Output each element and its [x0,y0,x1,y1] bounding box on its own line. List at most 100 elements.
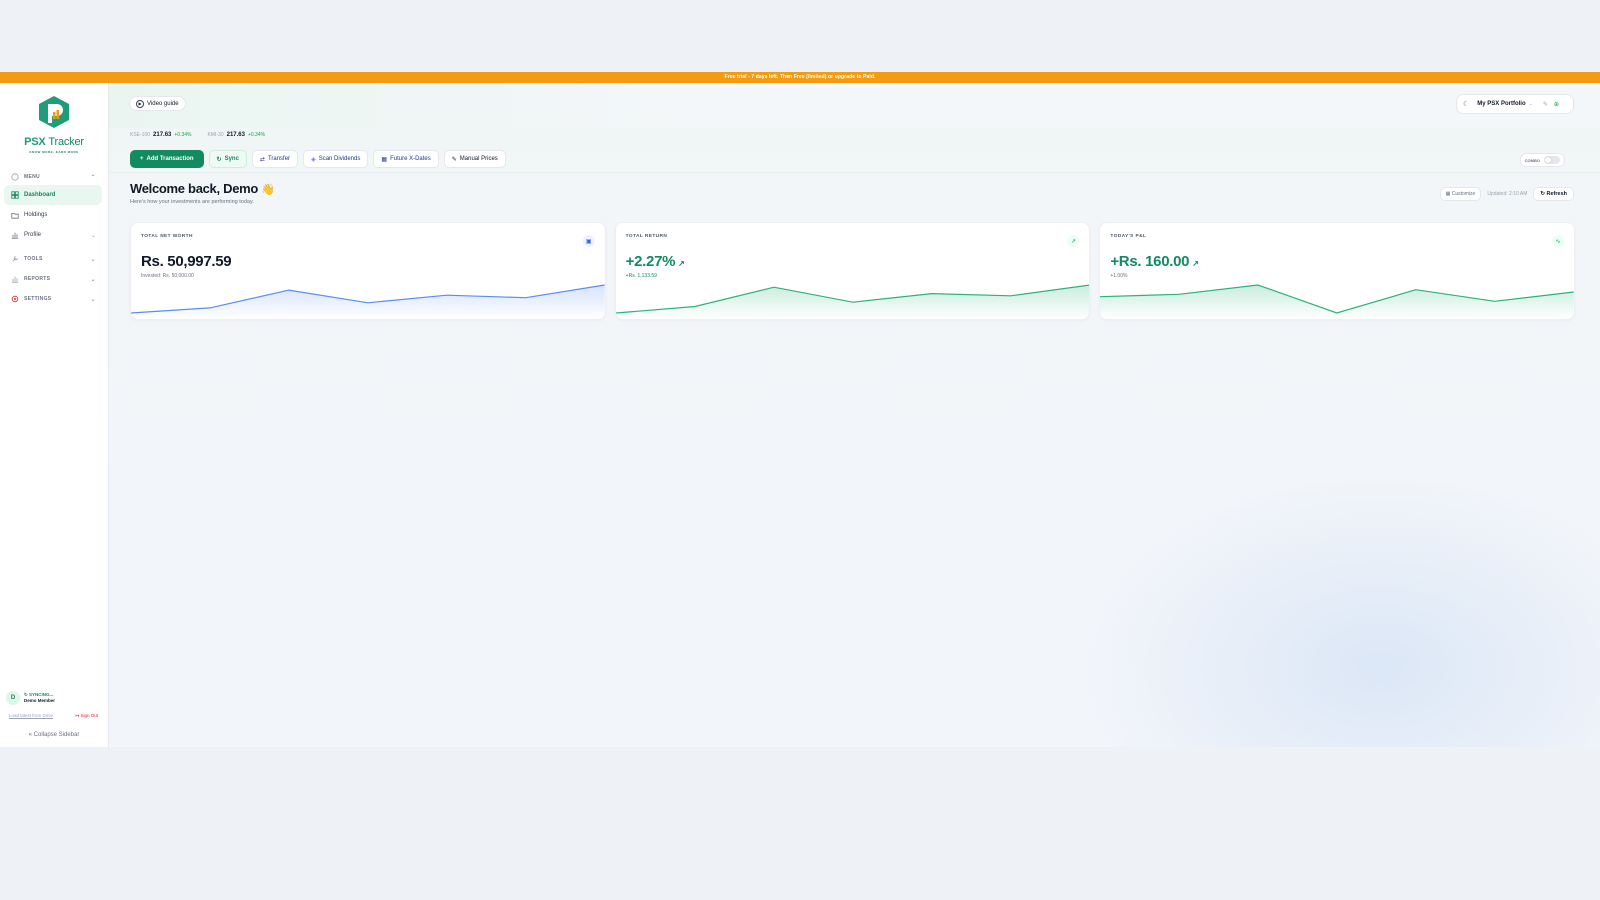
combo-toggle[interactable]: COMBO [1519,153,1565,167]
user-profile[interactable]: D ↻ SYNCING... Demo Member [0,687,108,709]
sidebar-item-reports[interactable]: REPORTS ⌄ [0,271,108,287]
collapse-sidebar-label: Collapse Sidebar [33,732,80,738]
sign-out-label: Sign Out [80,713,98,718]
arrow-up-right-icon: ↗ [678,259,685,268]
sidebar-item-label: TOOLS [24,256,43,262]
pencil-icon: ✎ [451,156,457,163]
edit-icon[interactable]: ✎ [1543,101,1548,108]
brand-logo[interactable]: PSX Tracker KNOW MORE. EARN MORE [0,83,108,154]
wave-icon: 👋 [261,184,275,196]
play-icon: ▶ [136,99,144,108]
index-change: +0.34% [174,132,192,138]
card-label: TODAY'S P&L [1110,234,1147,239]
sparkline [131,284,605,319]
updated-timestamp: Updated: 2:10 AM [1487,191,1528,197]
welcome-subtitle: Here's how your investments are performi… [130,199,254,205]
chevron-up-icon: ⌃ [90,174,96,181]
transfer-button[interactable]: ⇄ Transfer [251,150,299,168]
future-x-dates-label: Future X-Dates [390,156,431,162]
chevron-down-icon: ⌄ [90,276,96,283]
trial-banner[interactable]: Free trial - 7 days left. Then Free (lim… [0,72,1600,83]
card-value: +2.27% ↗ [626,253,685,270]
chart-icon [10,231,19,240]
sidebar-item-label: SETTINGS [24,296,52,302]
manual-prices-button[interactable]: ✎ Manual Prices [443,150,506,168]
welcome-title: Welcome back, Demo [130,181,259,196]
refresh-icon: ↻ [1540,191,1545,197]
customize-button[interactable]: ▦ Customize [1439,187,1482,201]
add-portfolio-icon[interactable]: ⊕ [1554,101,1559,108]
index-label: KMI-30 [207,132,224,138]
menu-icon [10,173,19,182]
net-worth-card[interactable]: TOTAL NET WORTH ▣ Rs. 50,997.59 Invested… [130,222,606,320]
plus-icon: + [140,156,144,162]
manual-prices-label: Manual Prices [459,156,498,162]
psx-logo-icon [39,96,69,128]
index-change: +0.34% [247,132,266,138]
refresh-button[interactable]: ↻ Refresh [1533,187,1574,201]
wallet-icon: ▣ [582,235,595,247]
load-from-drive-link[interactable]: Load latest from Drive [9,713,53,719]
portfolio-name: My PSX Portfolio [1477,101,1526,107]
todays-pnl-card[interactable]: TODAY'S P&L ∿ +Rs. 160.00 ↗ +1.00% [1099,222,1576,320]
sidebar-item-label: REPORTS [24,276,51,282]
index-value: 217.63 [226,132,245,138]
chevron-down-icon: ⌄ [90,232,96,239]
chevron-down-icon: ⌄ [90,296,96,303]
transfer-icon: ⇄ [259,156,265,163]
sidebar: PSX Tracker KNOW MORE. EARN MORE MENU ⌃ … [0,83,109,747]
gear-icon [10,295,19,304]
grid-icon [10,191,19,200]
sidebar-item-label: Profile [24,232,42,238]
tag-icon: ◈ [311,156,316,163]
app-shell: PSX Tracker KNOW MORE. EARN MORE MENU ⌃ … [0,83,1600,747]
scan-dividends-label: Scan Dividends [318,156,361,162]
sync-button[interactable]: ↻ Sync [208,150,247,168]
moon-icon[interactable]: ☾ [1463,100,1469,108]
portfolio-selector[interactable]: ☾ My PSX Portfolio ⌄ ✎ ⊕ [1456,94,1574,114]
sidebar-item-settings[interactable]: SETTINGS ⌄ [0,291,108,307]
combo-switch[interactable] [1544,156,1560,164]
sidebar-item-dashboard[interactable]: Dashboard [4,185,102,205]
wrench-icon [10,255,19,264]
index-kse100: KSE-100 217.63 +0.34% [130,132,191,138]
add-transaction-label: Add Transaction [146,156,194,162]
card-label: TOTAL RETURN [625,234,668,239]
pulse-icon: ∿ [1552,235,1565,247]
sidebar-item-profile[interactable]: Profile ⌄ [0,225,108,245]
refresh-icon: ↻ [216,156,222,163]
customize-label: Customize [1451,191,1476,197]
index-kmi30: KMI-30 217.63 +0.34% [207,132,265,138]
card-value: +Rs. 160.00 ↗ [1110,253,1199,270]
top-blank-area [0,0,1600,72]
folder-icon [10,211,19,220]
sidebar-item-label: Holdings [24,212,48,218]
sparkline [1100,284,1575,319]
chevron-down-icon: ⌄ [90,256,96,263]
transfer-label: Transfer [267,156,291,162]
combo-label: COMBO [1524,157,1540,163]
scan-dividends-button[interactable]: ◈ Scan Dividends [303,150,369,168]
future-x-dates-button[interactable]: ▦ Future X-Dates [373,150,439,168]
sidebar-item-holdings[interactable]: Holdings [0,205,108,225]
sign-out-button[interactable]: ↦ Sign Out [75,713,98,719]
dashboard-tools: ▦ Customize Updated: 2:10 AM ↻ Refresh [1439,187,1574,201]
card-value-text: +Rs. 160.00 [1110,253,1190,270]
collapse-sidebar-button[interactable]: « Collapse Sidebar [0,723,108,747]
sidebar-item-tools[interactable]: TOOLS ⌄ [0,251,108,267]
brand-name: PSX Tracker [24,136,84,148]
total-return-card[interactable]: TOTAL RETURN ↗ +2.27% ↗ +Rs. 1,133.59 [614,222,1091,320]
card-value: Rs. 50,997.59 [141,253,232,270]
video-guide-button[interactable]: ▶ Video guide [129,96,186,111]
video-guide-label: Video guide [147,100,179,107]
calendar-icon: ▦ [381,156,388,163]
divider [109,172,1600,173]
card-value-text: +2.27% [625,253,676,270]
action-toolbar: + Add Transaction ↻ Sync ⇄ Transfer ◈ Sc… [130,150,1565,168]
avatar: D [6,691,20,705]
add-transaction-button[interactable]: + Add Transaction [130,150,204,168]
market-indices: KSE-100 217.63 +0.34% KMI-30 217.63 +0.3… [130,132,265,138]
grid-icon: ▦ [1445,191,1451,197]
brand-tagline: KNOW MORE. EARN MORE [29,150,79,154]
menu-section-toggle[interactable]: MENU ⌃ [0,169,108,185]
